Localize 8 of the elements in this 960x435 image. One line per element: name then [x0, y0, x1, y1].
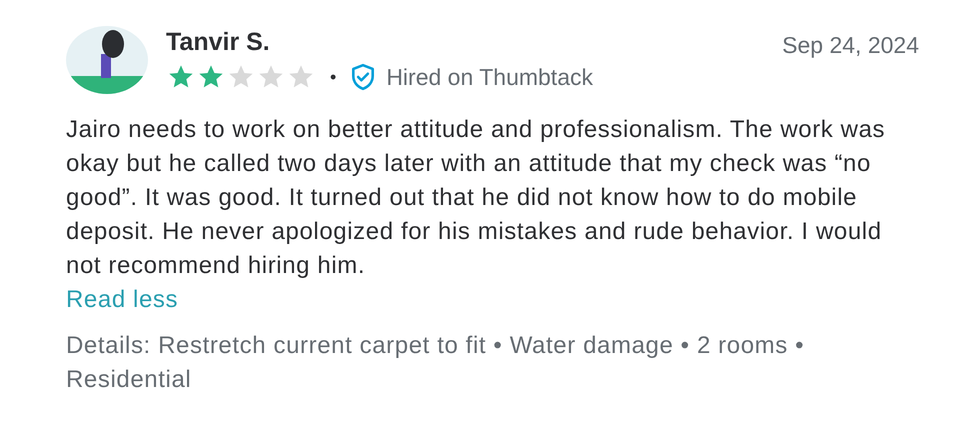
review-date: Sep 24, 2024 — [782, 31, 919, 60]
reviewer-name: Tanvir S. — [166, 27, 271, 58]
hired-badge-text: Hired on Thumbtack — [386, 63, 593, 92]
read-less-link[interactable]: Read less — [66, 282, 178, 316]
review-text: Jairo needs to work on better attitude and professionalism. The work was okay but he called two days later with an attitude that my check was “no good”. It was good. It turned out that he did not know how to do mobile deposit. He never apologized for his mistakes and rude behavior. I would not recommend hiring him. — [66, 114, 886, 280]
separator-dot: • — [330, 66, 336, 89]
shield-check-icon — [350, 63, 376, 92]
job-details: Details: Restretch current carpet to fit • Water damage • 2 rooms • Residential — [66, 330, 806, 394]
